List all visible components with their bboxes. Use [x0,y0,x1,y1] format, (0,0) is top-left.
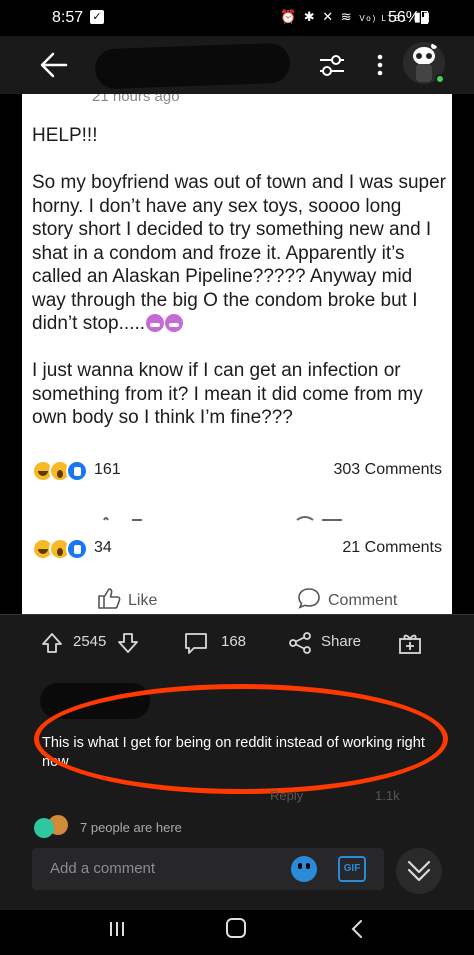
online-status-dot [435,74,445,84]
presence-avatar [34,818,54,838]
chevron-double-down-icon [407,860,431,882]
notification-check-icon: ✓ [90,10,104,24]
system-nav-bar [0,910,474,955]
comment-count: 303 Comments [333,461,443,478]
more-options-icon[interactable] [372,52,388,78]
comment-section: This is what I get for being on reddit i… [0,670,474,910]
recent-apps-icon[interactable] [108,920,126,938]
upvote-arrow-icon[interactable] [40,631,64,655]
post-timestamp: 21 hours ago [92,94,180,105]
red-circle-annotation [34,684,448,794]
gif-picker-button[interactable]: GIF [338,856,366,882]
comment-bubble-icon[interactable] [183,631,209,655]
presence-indicator: 7 people are here [32,815,332,841]
cropped-action-row [103,516,342,521]
post-body-text: HELP!!! So my boyfriend was out of town … [32,125,446,334]
fb-comment-label: Comment [328,592,398,609]
status-bar: 8:57 ✓ ⏰ ✱ ✕ ≋ Vo) LTE1 ▮▮ 56% [0,0,474,36]
like-reaction-icon [66,460,88,482]
reaction-count-2: 34 [94,539,112,556]
post-body: HELP!!! So my boyfriend was out of town … [32,124,447,430]
app-bar [0,36,474,94]
dizzy-face-emoji-icon [146,314,165,332]
award-gift-icon[interactable] [398,631,422,655]
reply-button[interactable]: Reply [270,788,303,803]
home-button-icon[interactable] [226,918,246,938]
comment-count-2: 21 Comments [342,539,442,556]
add-comment-placeholder: Add a comment [50,860,156,877]
post-action-bar: 2545 168 Share [0,614,474,670]
collapse-comments-button[interactable] [396,848,442,894]
share-icon[interactable] [287,631,313,655]
reaction-icons [32,460,96,482]
comment-score: 1.1k [375,788,400,803]
reaction-icons-2 [32,538,96,560]
post-image[interactable]: 21 hours ago HELP!!! So my boyfriend was… [22,94,452,614]
speech-bubble-icon [298,588,320,609]
redacted-subreddit-title [94,42,291,90]
like-reaction-icon [66,538,88,560]
downvote-arrow-icon[interactable] [116,631,140,655]
reaction-count: 161 [94,461,121,478]
battery-percent: 56% [388,9,421,26]
presence-text: 7 people are here [80,820,182,835]
nav-back-icon[interactable] [350,918,364,940]
vote-score: 2545 [73,633,107,650]
battery-icon [421,11,428,24]
facebook-action-row: Like Comment [22,588,452,614]
fb-like-label: Like [128,592,158,609]
back-arrow-icon[interactable] [38,50,70,80]
add-comment-field[interactable]: Add a comment GIF [32,848,384,890]
status-time: 8:57 [52,9,84,26]
comment-actions: Reply 1.1k [190,788,450,804]
share-button-label[interactable]: Share [321,633,361,657]
dizzy-face-emoji-icon [165,314,184,332]
emoji-picker-icon[interactable] [291,856,317,882]
reaction-row: 161 303 Comments [32,458,442,484]
thumbs-up-icon [98,588,121,609]
post-body-text-2: I just wanna know if I can get an infect… [32,360,423,428]
sort-filter-icon[interactable] [318,52,346,78]
reaction-row-2: 34 21 Comments [32,536,442,562]
comment-count-button[interactable]: 168 [221,633,246,657]
